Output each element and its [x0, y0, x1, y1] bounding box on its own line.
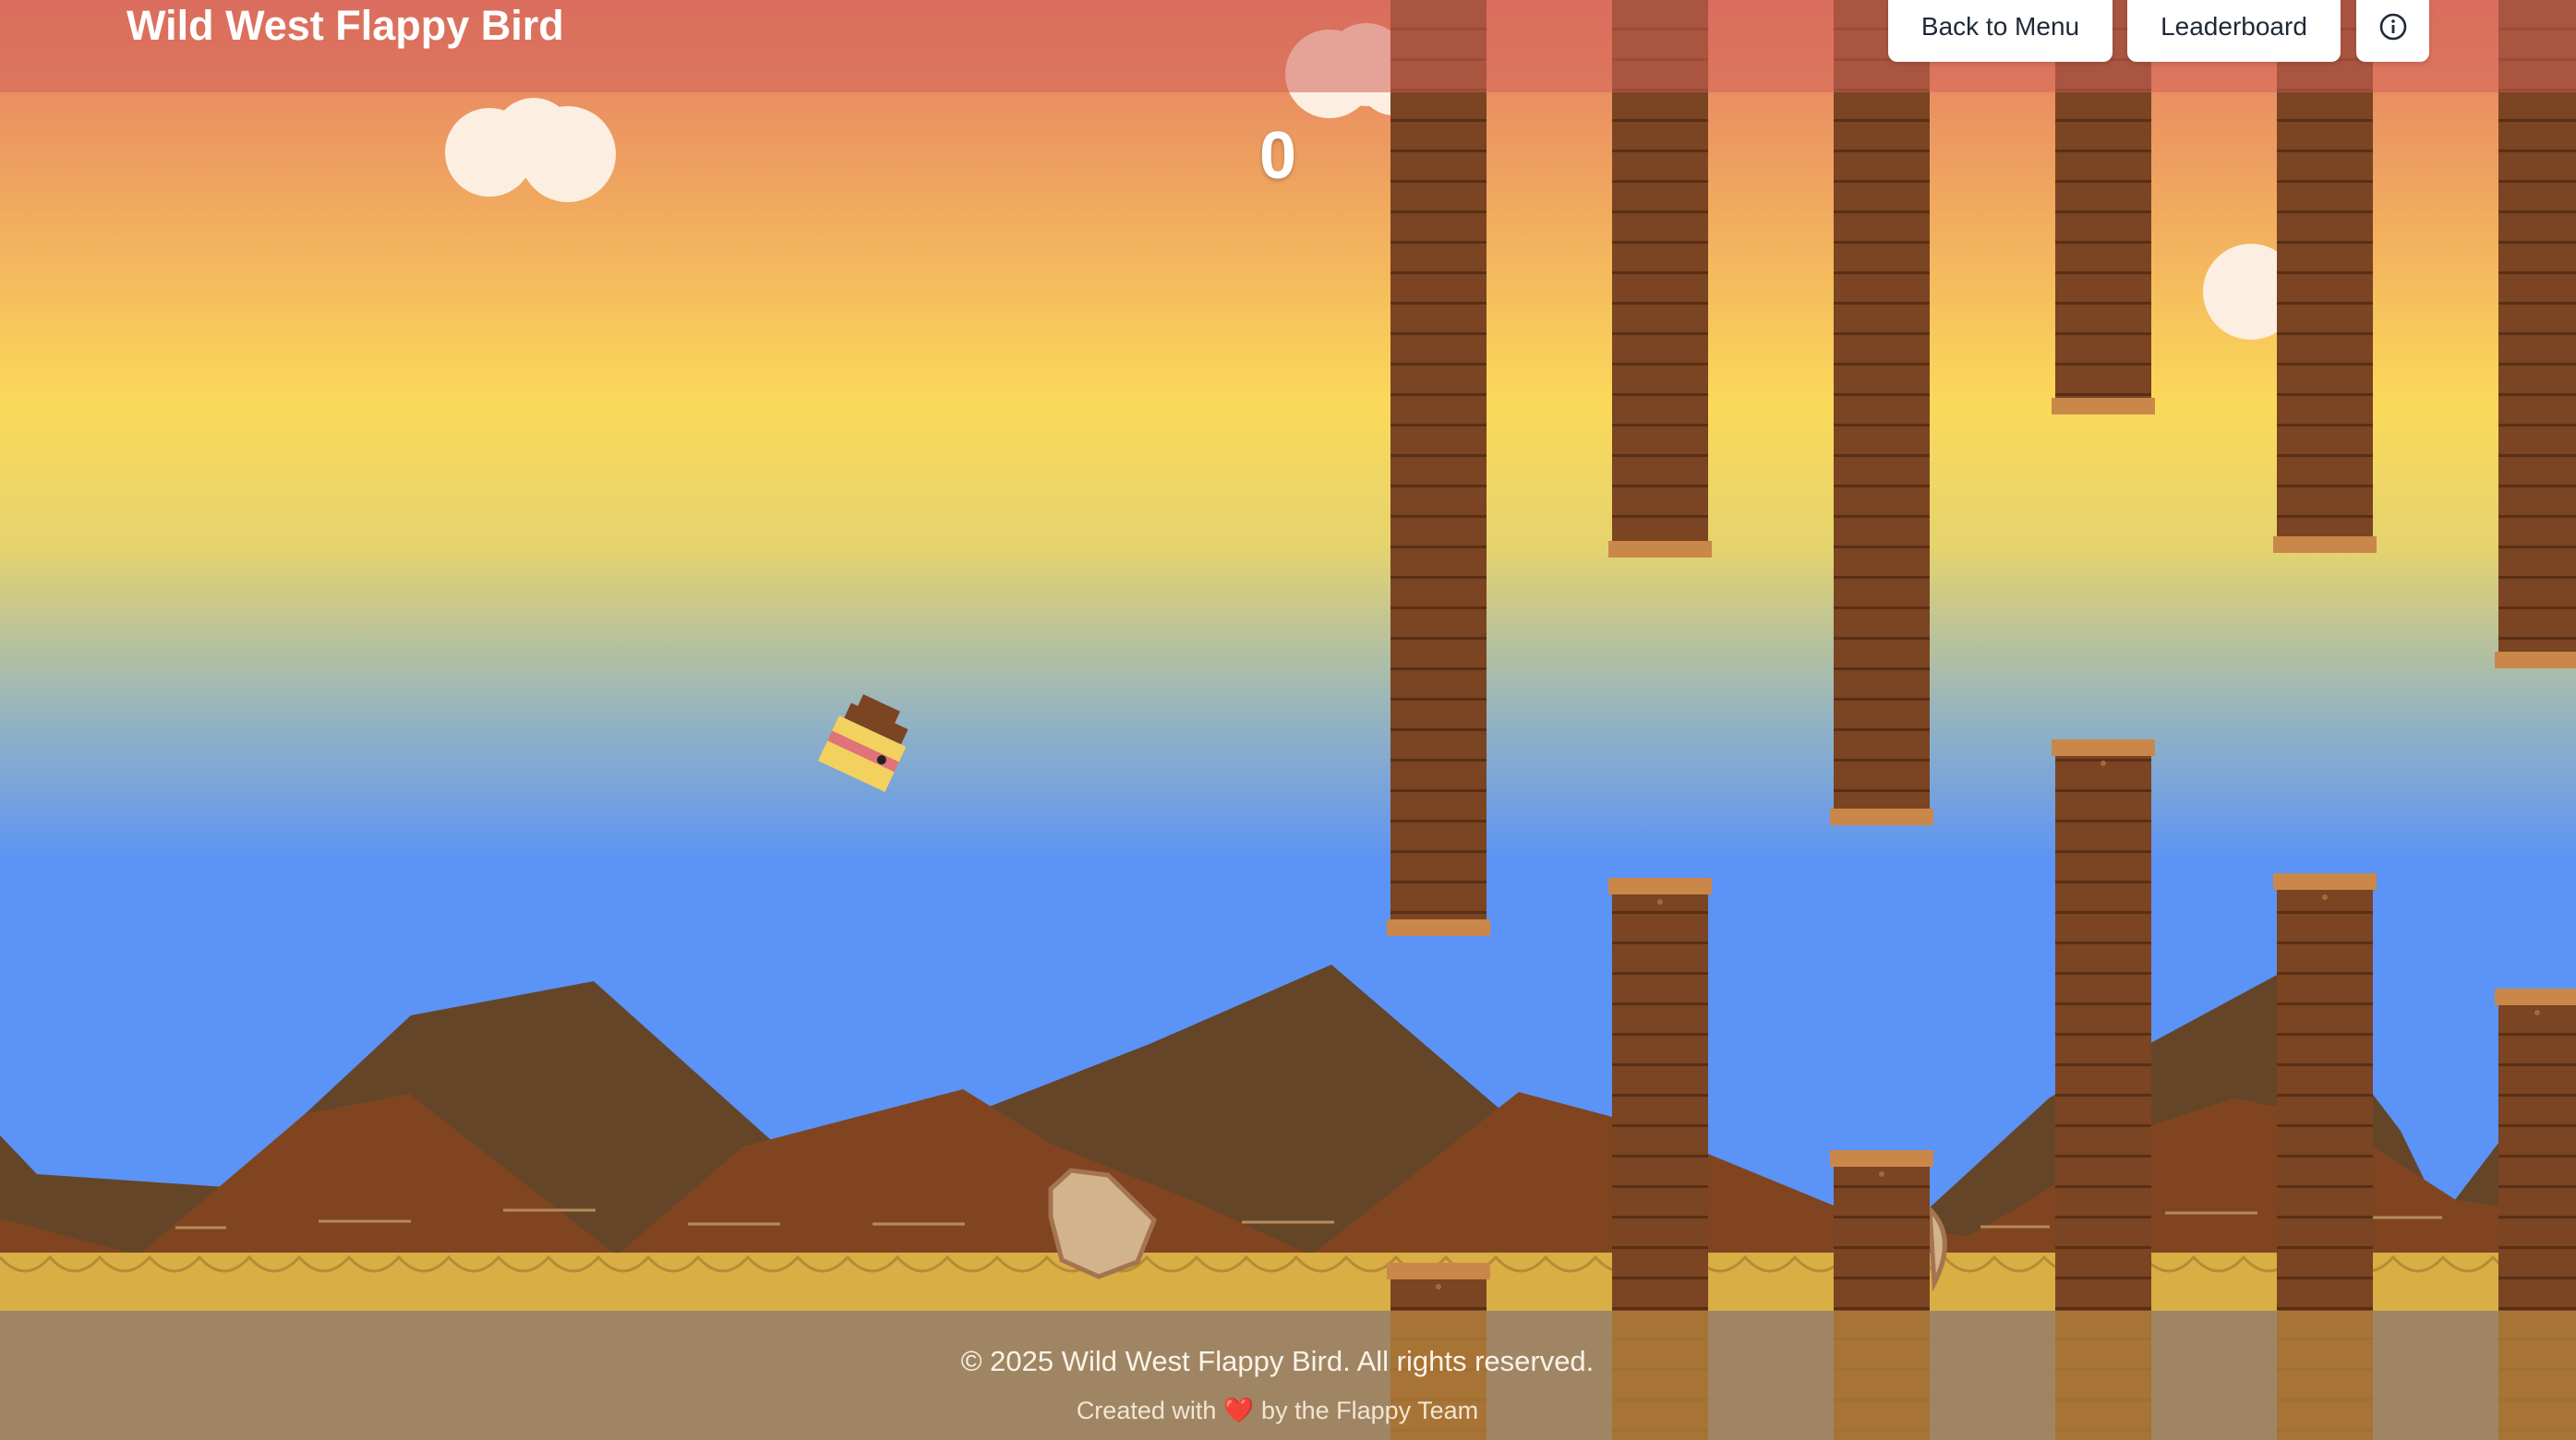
pipe-top [2498, 0, 2576, 655]
pipe-top-cap [1830, 809, 1933, 825]
pipe-top-cap [2052, 398, 2155, 414]
credit-suffix: by the Flappy Team [1261, 1397, 1479, 1424]
pipe-bottom-cap [1608, 878, 1712, 894]
pipe-top-cap [2273, 536, 2377, 553]
pipe-top-cap [1387, 919, 1490, 936]
pipe-rivet [1436, 1284, 1441, 1290]
game-canvas[interactable] [0, 0, 2576, 1440]
pipe-bottom-cap [2495, 989, 2576, 1005]
heart-icon: ❤️ [1222, 1397, 1255, 1424]
pipe-rivet [1879, 1171, 1884, 1177]
pipe-rivet [2534, 1010, 2540, 1015]
footer-copyright: © 2025 Wild West Flappy Bird. All rights… [960, 1345, 1595, 1377]
pipe-bottom-cap [1387, 1263, 1490, 1279]
pipe-bottom-cap [2052, 739, 2155, 756]
pipe-top-cap [2495, 652, 2576, 668]
pipe-top [1390, 0, 1487, 923]
score-counter: 0 [1258, 119, 1297, 193]
info-button[interactable] [2356, 0, 2429, 62]
pipe-rivet [2101, 761, 2106, 766]
app-title: Wild West Flappy Bird [126, 2, 564, 49]
pipe-rivet [2322, 894, 2328, 900]
info-circle-icon [2379, 13, 2406, 40]
pipe-rivet [1657, 899, 1663, 905]
leaderboard-button[interactable]: Leaderboard [2127, 0, 2341, 62]
pipe-bottom-cap [1830, 1150, 1933, 1167]
pipe-top [1834, 0, 1930, 812]
pipe-top-cap [1608, 541, 1712, 558]
pipe-bottom-cap [2273, 873, 2377, 890]
footer-credit: Created with ❤️ by the Flappy Team [0, 1396, 2555, 1425]
credit-prefix: Created with [1076, 1397, 1217, 1424]
back-to-menu-button[interactable]: Back to Menu [1888, 0, 2113, 62]
